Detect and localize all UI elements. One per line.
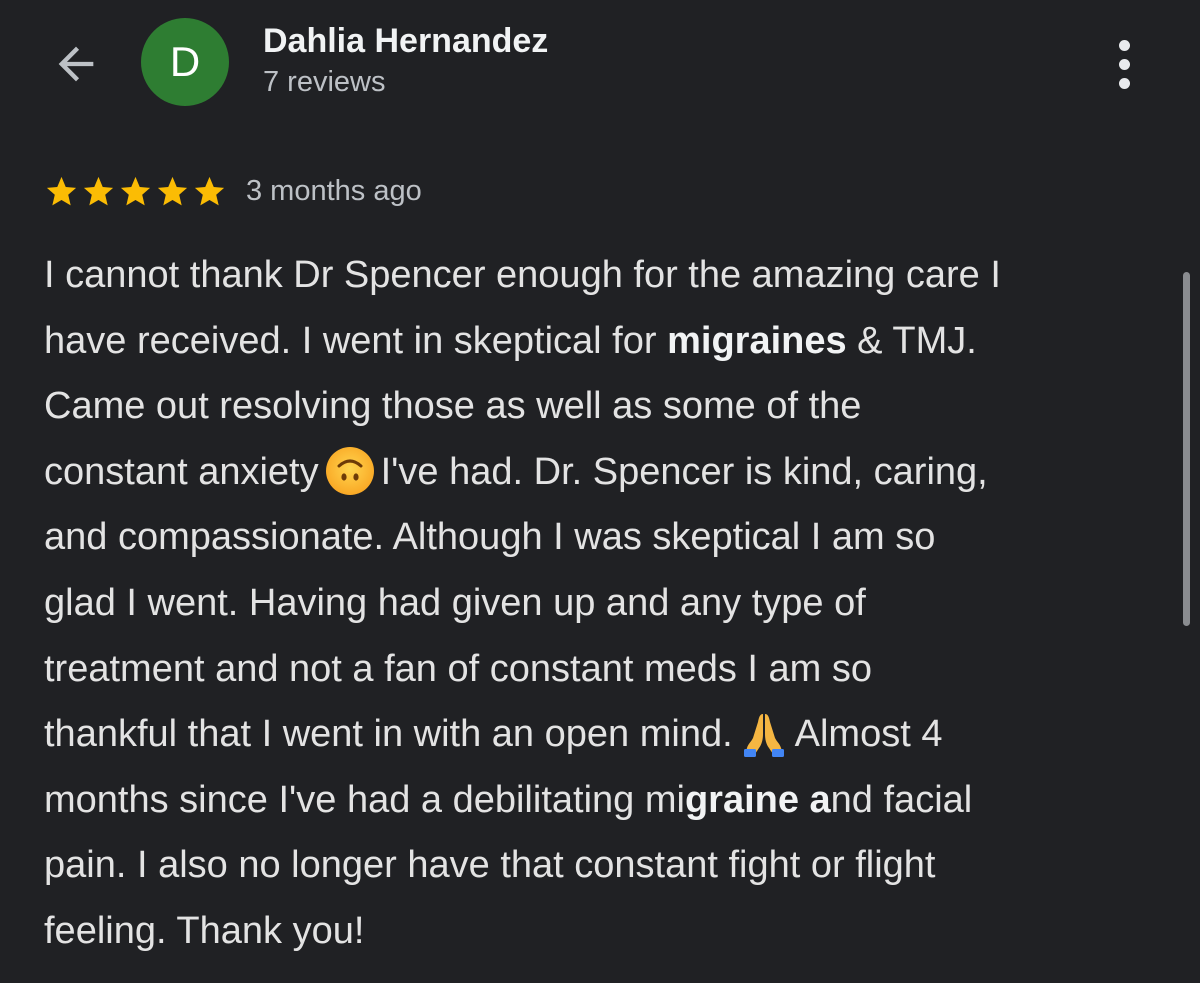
star-icon — [194, 176, 225, 205]
highlighted-term: migraines — [667, 319, 847, 362]
review-line: Came out resolving those as well as some… — [44, 385, 862, 428]
highlighted-term: graine a — [684, 778, 831, 821]
upside-down-face-emoji — [325, 446, 374, 495]
review-text: I cannot thank Dr Spencer enough for the… — [44, 243, 1164, 965]
avatar-initial: D — [169, 38, 201, 85]
star-icon — [157, 176, 188, 205]
review-line: pain. I also no longer have that constan… — [44, 844, 936, 887]
review-line: thankful that I went in with an open min… — [44, 702, 1164, 768]
review-header: D Dahlia Hernandez 7 reviews — [0, 0, 1200, 120]
review-line: months since I've had a debilitating mig… — [44, 778, 973, 821]
star-rating — [44, 174, 227, 209]
rating-row: 3 months ago — [44, 170, 422, 212]
review-date: 3 months ago — [246, 174, 422, 207]
review-count: 7 reviews — [263, 66, 386, 98]
more-vert-icon — [1118, 39, 1130, 51]
folded-hands-emoji — [743, 714, 784, 758]
star-icon — [83, 176, 114, 205]
star-icon — [120, 176, 151, 205]
arrow-back-icon — [58, 46, 94, 82]
review-line: have received. I went in skeptical for m… — [44, 319, 977, 362]
review-line: I cannot thank Dr Spencer enough for the… — [44, 254, 1001, 296]
review-line: glad I went. Having had given up and any… — [44, 581, 866, 624]
review-line: treatment and not a fan of constant meds… — [44, 647, 873, 690]
star-icon — [46, 176, 77, 205]
back-button[interactable] — [46, 36, 106, 92]
scrollbar[interactable] — [1183, 272, 1190, 626]
review-line: and compassionate. Although I was skepti… — [44, 516, 936, 559]
avatar[interactable]: D — [141, 18, 229, 106]
more-options-button[interactable] — [1100, 34, 1148, 94]
reviewer-name[interactable]: Dahlia Hernandez — [263, 22, 548, 61]
review-line: constant anxiety I've had. Dr. Spencer i… — [44, 440, 1164, 506]
review-line: feeling. Thank you! — [44, 909, 365, 952]
